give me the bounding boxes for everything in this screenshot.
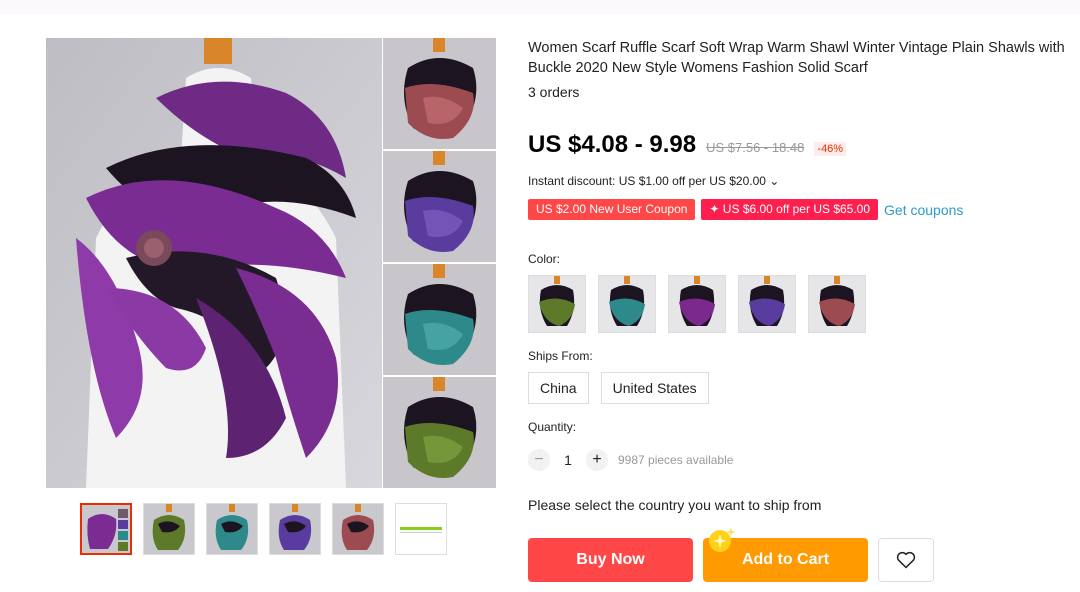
quantity-label: Quantity:	[528, 420, 577, 434]
color-swatch-rose[interactable]	[808, 275, 866, 333]
product-title: Women Scarf Ruffle Scarf Soft Wrap Warm …	[528, 40, 1065, 76]
heart-icon	[896, 551, 916, 569]
thumbnail-strip	[80, 503, 447, 555]
new-user-coupon[interactable]: US $2.00 New User Coupon	[528, 199, 696, 220]
thumb-collage[interactable]	[80, 503, 132, 555]
quantity-increase-button[interactable]: +	[586, 449, 608, 471]
sparkle-icon	[707, 525, 737, 555]
quantity-value[interactable]: 1	[550, 452, 586, 468]
store-coupon[interactable]: ✦ US $6.00 off per US $65.00	[701, 199, 879, 220]
color-swatch-purple[interactable]	[668, 275, 726, 333]
top-bar	[0, 0, 1080, 14]
buy-now-button[interactable]: Buy Now	[528, 538, 693, 582]
instant-discount-dropdown[interactable]: Instant discount: US $1.00 off per US $2…	[528, 174, 779, 188]
ship-option-china[interactable]: China	[528, 372, 589, 404]
ships-from-label: Ships From:	[528, 349, 593, 363]
thumb-size-chart[interactable]	[395, 503, 447, 555]
price-row: US $4.08 - 9.98 US $7.56 - 18.48 -46%	[528, 131, 847, 159]
side-thumb-green[interactable]	[383, 377, 496, 488]
side-thumb-teal[interactable]	[383, 264, 496, 375]
ships-from-options: China United States	[528, 372, 709, 404]
original-price: US $7.56 - 18.48	[706, 140, 805, 155]
order-count: 3 orders	[528, 84, 580, 100]
color-swatches	[528, 275, 866, 333]
coupon-row: US $2.00 New User Coupon ✦ US $6.00 off …	[528, 199, 963, 220]
side-thumbnail-column	[383, 38, 496, 488]
color-swatch-violet[interactable]	[738, 275, 796, 333]
thumb-teal[interactable]	[206, 503, 258, 555]
thumb-rose[interactable]	[332, 503, 384, 555]
current-price: US $4.08 - 9.98	[528, 131, 697, 158]
ship-option-united-states[interactable]: United States	[600, 372, 709, 404]
quantity-stepper: − 1 + 9987 pieces available	[528, 449, 733, 471]
get-coupons-link[interactable]: Get coupons	[884, 202, 963, 218]
color-swatch-teal[interactable]	[598, 275, 656, 333]
ship-country-notice: Please select the country you want to sh…	[528, 497, 822, 513]
color-label: Color:	[528, 252, 561, 266]
color-swatch-green[interactable]	[528, 275, 586, 333]
side-thumb-rose[interactable]	[383, 38, 496, 149]
discount-badge: -46%	[814, 142, 847, 156]
thumb-violet[interactable]	[269, 503, 321, 555]
stock-available: 9987 pieces available	[618, 453, 734, 467]
side-thumb-violet[interactable]	[383, 151, 496, 262]
main-product-image[interactable]	[46, 38, 382, 488]
quantity-decrease-button[interactable]: −	[528, 449, 550, 471]
thumb-green[interactable]	[143, 503, 195, 555]
wishlist-button[interactable]	[878, 538, 934, 582]
